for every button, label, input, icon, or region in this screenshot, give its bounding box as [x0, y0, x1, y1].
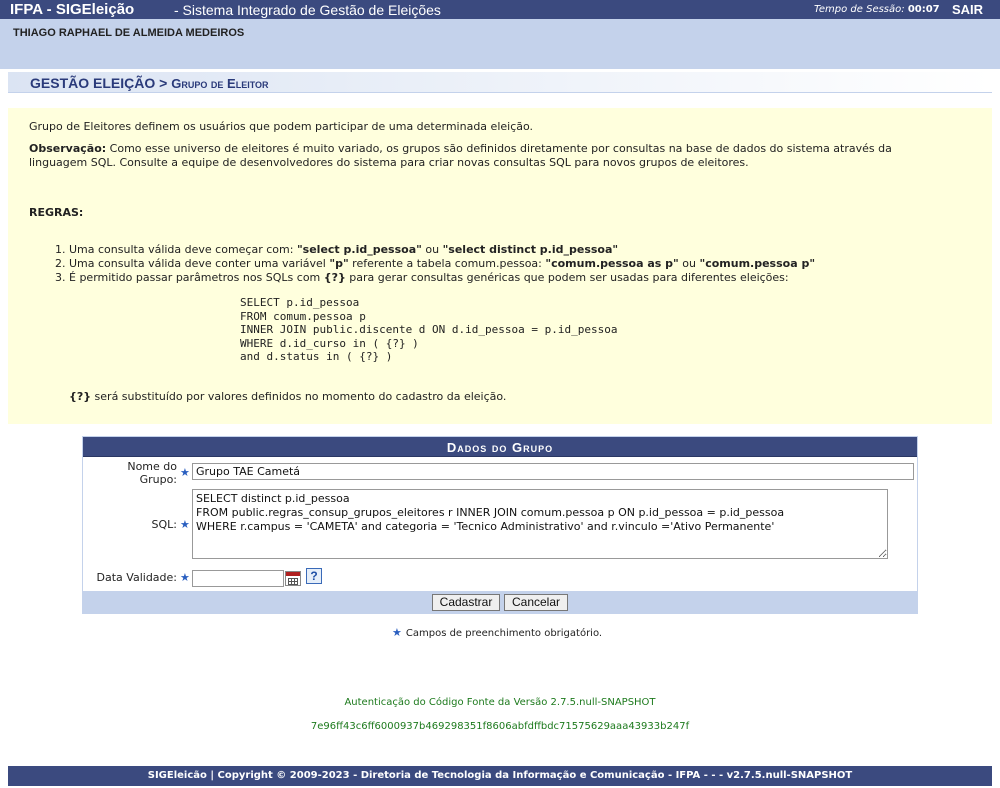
submit-button[interactable]: Cadastrar [432, 594, 500, 611]
calendar-icon[interactable] [285, 571, 301, 586]
breadcrumb-separator: > [159, 75, 168, 91]
required-icon: ★ [180, 518, 190, 531]
parameter-note-text: será substituído por valores definidos n… [91, 390, 507, 403]
group-name-input[interactable] [192, 463, 914, 480]
required-fields-text: Campos de preenchimento obrigatório. [405, 628, 603, 639]
auth-version: Autenticação do Código Fonte da Versão 2… [344, 697, 656, 708]
user-name: THIAGO RAPHAEL DE ALMEIDA MEDEIROS [13, 27, 245, 39]
breadcrumb-page: Grupo de Eleitor [171, 76, 269, 91]
observation-label: Observação: [29, 142, 107, 155]
form-caption: Dados do Grupo [83, 437, 917, 457]
group-name-label-line2: Grupo: [139, 473, 177, 486]
rule-text: É permitido passar parâmetros nos SQLs c… [69, 271, 324, 284]
system-subtitle: - Sistema Integrado de Gestão de Eleiçõe… [174, 2, 441, 18]
rule-code: "comum.pessoa p" [699, 257, 816, 270]
rule-text: ou [678, 257, 700, 270]
page-title-text: GESTÃO ELEIÇÃO > Grupo de Eleitor [30, 73, 269, 94]
rules-list: Uma consulta válida deve começar com: "s… [54, 243, 815, 285]
rule-code: "select p.id_pessoa" [296, 243, 422, 256]
group-name-label-line1: Nome do [127, 460, 177, 473]
session-label: Tempo de Sessão: [814, 4, 905, 15]
form-button-bar: Cadastrar Cancelar [83, 591, 917, 613]
rule-text: ou [421, 243, 443, 256]
parameter-note: {?} será substituído por valores definid… [69, 390, 506, 403]
group-form: Dados do Grupo Nome do Grupo: ★ SQL: ★ S… [82, 436, 918, 614]
intro-text: Grupo de Eleitores definem os usuários q… [29, 120, 534, 133]
observation-text: Observação: Como esse universo de eleito… [29, 142, 929, 170]
group-name-label: Nome do Grupo: [83, 460, 177, 486]
logout-link[interactable]: SAIR [952, 0, 983, 19]
required-icon: ★ [180, 571, 190, 584]
help-icon[interactable]: ? [306, 568, 322, 584]
cancel-button[interactable]: Cancelar [504, 594, 568, 611]
rule-code: {?} [323, 271, 346, 284]
rule-item: Uma consulta válida deve começar com: "s… [69, 243, 815, 257]
required-icon: ★ [392, 626, 402, 639]
sql-example: SELECT p.id_pessoa FROM comum.pessoa p I… [240, 296, 618, 363]
rule-item: É permitido passar parâmetros nos SQLs c… [69, 271, 815, 285]
session-timer: Tempo de Sessão: 00:07 [814, 0, 940, 19]
user-info-band: THIAGO RAPHAEL DE ALMEIDA MEDEIROS [0, 19, 1000, 69]
rule-text: para gerar consultas genéricas que podem… [345, 271, 789, 284]
top-bar: IFPA - SIGEleição - Sistema Integrado de… [0, 0, 1000, 19]
required-icon: ★ [180, 466, 190, 479]
sql-label: SQL: [151, 518, 177, 531]
rule-code: "p" [329, 257, 349, 270]
auth-hash: 7e96ff43c6ff6000937b469298351f8606abfdff… [310, 721, 690, 732]
validity-date-label: Data Validade: [96, 571, 177, 584]
instructions-panel: Grupo de Eleitores definem os usuários q… [8, 108, 992, 424]
sql-textarea[interactable]: SELECT distinct p.id_pessoa FROM public.… [192, 489, 888, 559]
rule-item: Uma consulta válida deve conter uma vari… [69, 257, 815, 271]
page-title: GESTÃO ELEIÇÃO > Grupo de Eleitor [8, 72, 992, 93]
rule-code: "select distinct p.id_pessoa" [442, 243, 619, 256]
parameter-token: {?} [69, 390, 92, 403]
observation-body: Como esse universo de eleitores é muito … [29, 142, 892, 169]
rules-heading: REGRAS: [29, 206, 84, 219]
required-fields-note: ★ Campos de preenchimento obrigatório. [392, 626, 602, 639]
validity-date-input[interactable] [192, 570, 284, 587]
footer: SIGEleicão | Copyright © 2009-2023 - Dir… [8, 766, 992, 786]
rule-text: referente a tabela comum.pessoa: [348, 257, 546, 270]
session-time: 00:07 [907, 4, 940, 15]
rule-text: Uma consulta válida deve começar com: [69, 243, 297, 256]
rule-text: Uma consulta válida deve conter uma vari… [69, 257, 330, 270]
breadcrumb-module: GESTÃO ELEIÇÃO [30, 75, 156, 91]
system-name: IFPA - SIGEleição [10, 1, 135, 18]
rule-code: "comum.pessoa as p" [545, 257, 679, 270]
